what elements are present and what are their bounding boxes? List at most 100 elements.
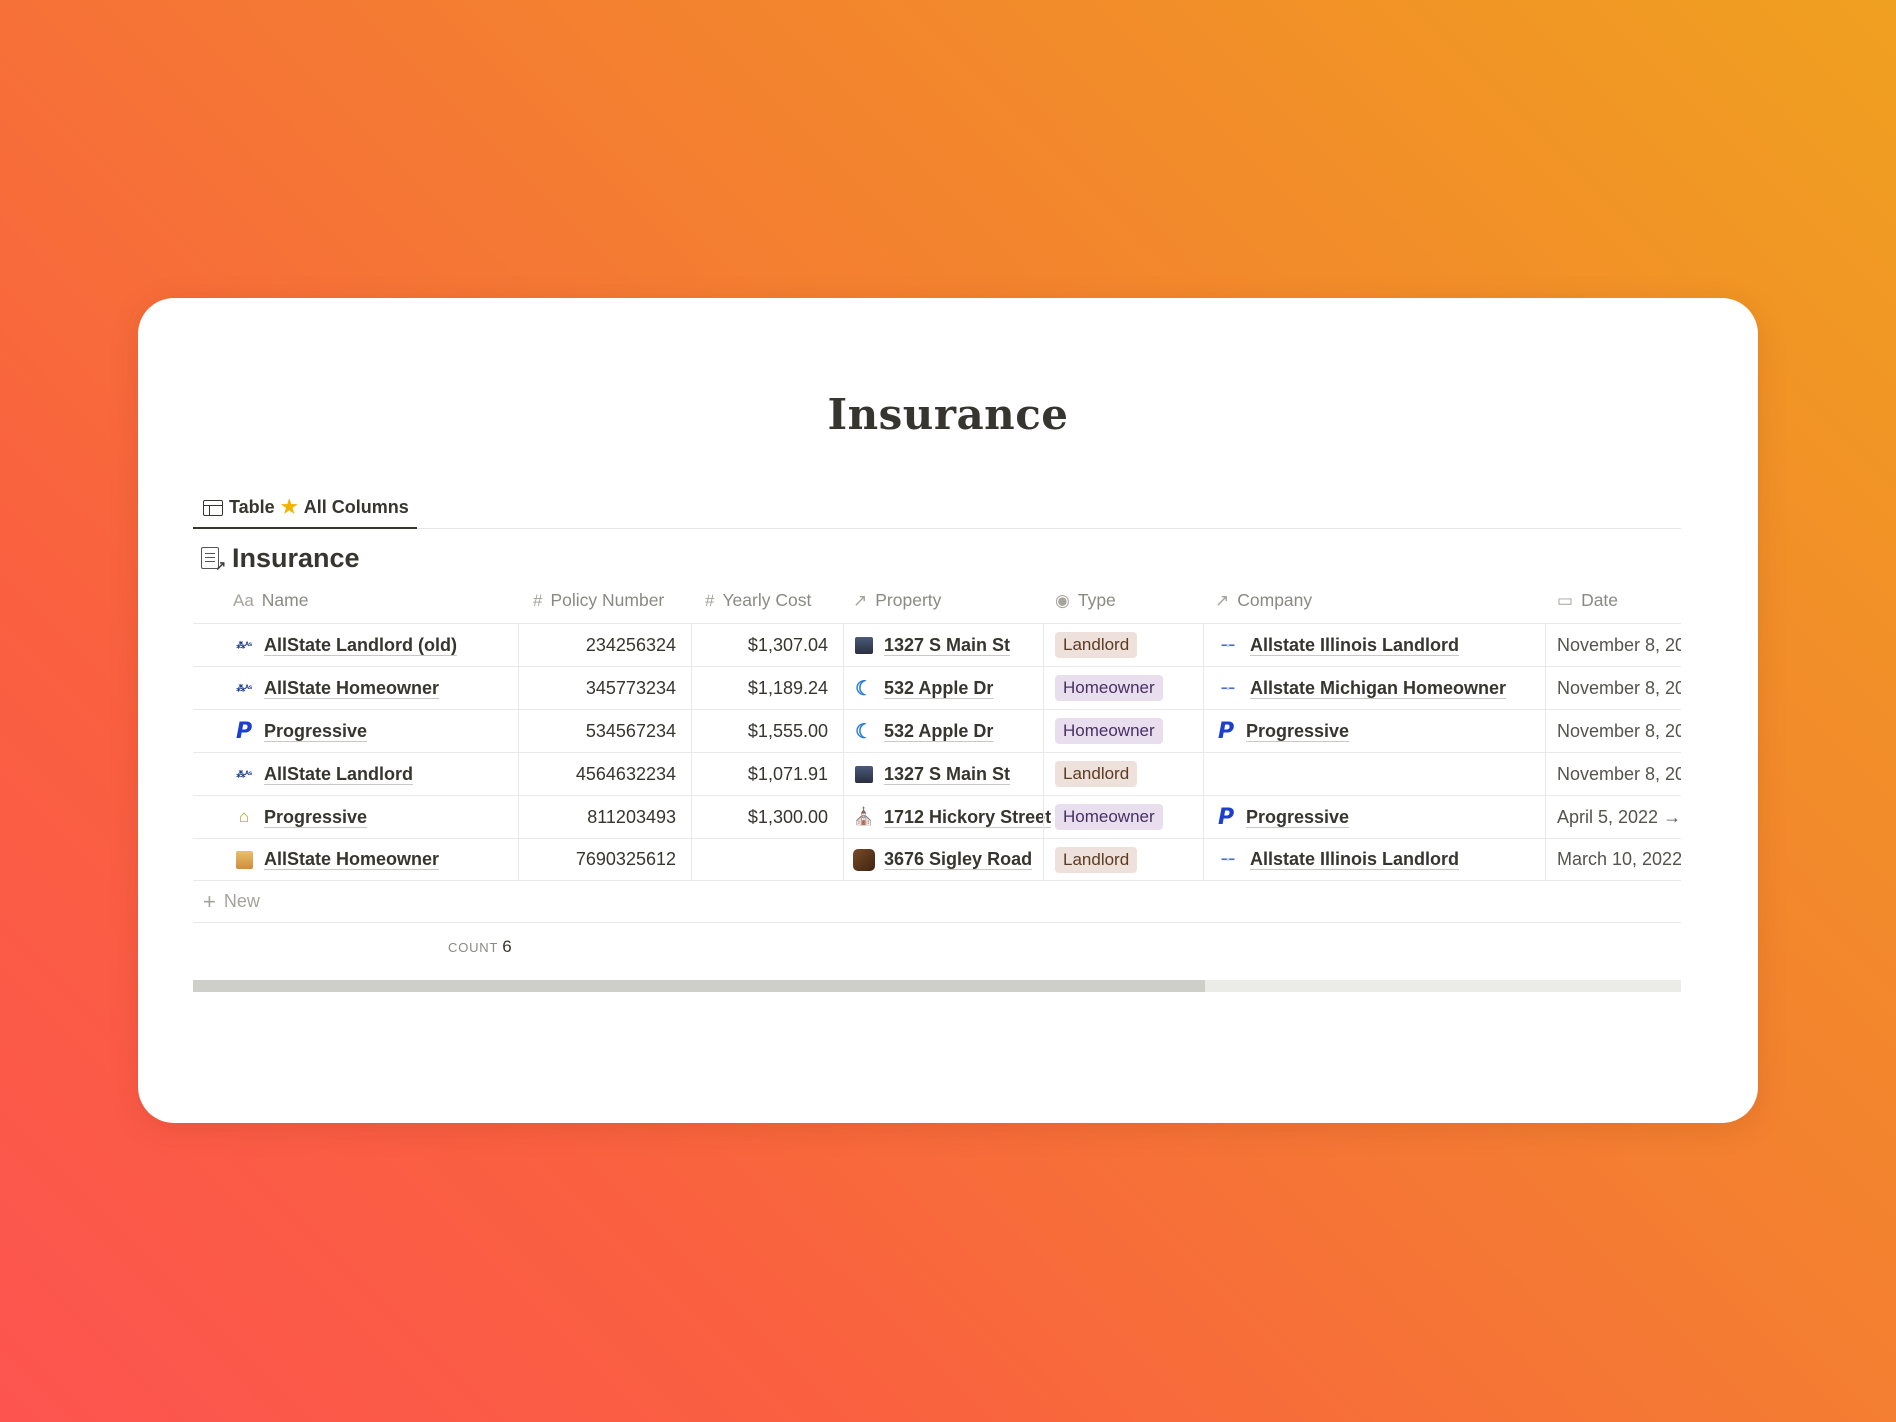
column-divider (1203, 624, 1204, 666)
add-new-row-button[interactable]: + New (193, 881, 1681, 923)
door-icon (853, 848, 875, 871)
column-divider (1203, 667, 1204, 709)
yearly-cost-cell[interactable] (691, 839, 828, 880)
row-title-link[interactable]: Progressive (264, 807, 367, 828)
date-cell[interactable]: November 8, 2022 (1557, 753, 1681, 795)
column-divider (1545, 667, 1546, 709)
horizontal-scrollbar[interactable] (193, 980, 1681, 992)
table-row[interactable]: ⌂ Progressive 811203493 $1,300.00 ⛪ 1712 Hick… (193, 795, 1681, 838)
policy-number-cell[interactable]: 7690325612 (518, 839, 676, 880)
column-header-policy-number[interactable]: # Policy Number (533, 578, 691, 623)
column-divider (1545, 753, 1546, 795)
wave-icon: ☾ (855, 720, 873, 743)
name-cell[interactable]: AllState Homeowner (233, 839, 505, 880)
property-cell[interactable]: 1327 S Main St (853, 624, 1053, 666)
calendar-icon: ▭ (1557, 590, 1574, 610)
table-row[interactable]: ⁂ᴬˢ AllState Landlord 4564632234 $1,071.91 1… (193, 752, 1681, 795)
date-cell[interactable]: March 10, 2022 (1557, 839, 1681, 880)
property-cell[interactable]: ☾ 532 Apple Dr (853, 710, 1053, 752)
name-cell[interactable]: P Progressive (233, 710, 505, 752)
policy-number-cell[interactable]: 4564632234 (518, 753, 676, 795)
company-cell[interactable]: ━◦━ Allstate Illinois Landlord (1215, 839, 1535, 880)
property-cell[interactable]: ☾ 532 Apple Dr (853, 667, 1053, 709)
column-divider (843, 753, 844, 795)
row-count[interactable]: COUNT 6 (448, 937, 512, 957)
property-link[interactable]: 532 Apple Dr (884, 678, 993, 699)
allstate-logo-icon: ⁂ᴬˢ (236, 682, 252, 693)
date-cell[interactable]: November 8, 2022 (1557, 710, 1681, 752)
column-header-date[interactable]: ▭ Date (1557, 578, 1681, 623)
tab-table-all-columns[interactable]: Table ★ All Columns (193, 488, 417, 529)
database-title[interactable]: ↗ Insurance (200, 543, 360, 574)
policy-number-cell[interactable]: 534567234 (518, 710, 676, 752)
company-cell[interactable]: P Progressive (1215, 710, 1535, 752)
type-cell[interactable]: Landlord (1055, 839, 1195, 880)
policy-number-cell[interactable]: 234256324 (518, 624, 676, 666)
type-cell[interactable]: Landlord (1055, 753, 1195, 795)
column-divider (1043, 667, 1044, 709)
row-title-link[interactable]: AllState Homeowner (264, 849, 439, 870)
date-cell[interactable]: November 8, 2022 (1557, 624, 1681, 666)
date-cell[interactable]: April 5, 2022 → (1557, 796, 1681, 838)
scrollbar-thumb[interactable] (193, 980, 1205, 992)
yearly-cost-cell[interactable]: $1,300.00 (691, 796, 828, 838)
column-divider (843, 624, 844, 666)
column-divider (843, 839, 844, 880)
column-header-label: Company (1237, 590, 1313, 610)
property-cell[interactable]: 3676 Sigley Road (853, 839, 1053, 880)
company-link[interactable]: Allstate Illinois Landlord (1250, 849, 1459, 870)
church-icon: ⛪ (853, 807, 875, 826)
table-row[interactable]: ⁂ᴬˢ AllState Homeowner 345773234 $1,189.24 ☾… (193, 666, 1681, 709)
property-link[interactable]: 3676 Sigley Road (884, 849, 1032, 870)
property-cell[interactable]: 1327 S Main St (853, 753, 1053, 795)
date-cell[interactable]: November 8, 2022 (1557, 667, 1681, 709)
company-link[interactable]: Allstate Illinois Landlord (1250, 635, 1459, 656)
company-cell[interactable] (1215, 753, 1535, 795)
column-header-company[interactable]: ↗ Company (1215, 578, 1535, 623)
company-cell[interactable]: ━◦━ Allstate Michigan Homeowner (1215, 667, 1535, 709)
property-link[interactable]: 1327 S Main St (884, 635, 1010, 656)
column-header-label: Property (875, 590, 942, 610)
policy-number-cell[interactable]: 345773234 (518, 667, 676, 709)
company-link[interactable]: Progressive (1246, 807, 1349, 828)
company-cell[interactable]: P Progressive (1215, 796, 1535, 838)
table-row[interactable]: AllState Homeowner 7690325612 3676 Sigley … (193, 838, 1681, 881)
allstate-logo-icon: ⁂ᴬˢ (236, 639, 252, 650)
row-title-link[interactable]: AllState Landlord (old) (264, 635, 457, 656)
column-header-label: Policy Number (550, 590, 665, 610)
name-cell[interactable]: ⁂ᴬˢ AllState Landlord (old) (233, 624, 505, 666)
yearly-cost-cell[interactable]: $1,071.91 (691, 753, 828, 795)
table-row[interactable]: ⁂ᴬˢ AllState Landlord (old) 234256324 $1,30… (193, 623, 1681, 666)
yearly-cost-cell[interactable]: $1,307.04 (691, 624, 828, 666)
column-divider (1545, 624, 1546, 666)
column-header-property[interactable]: ↗ Property (853, 578, 1053, 623)
company-cell[interactable]: ━◦━ Allstate Illinois Landlord (1215, 624, 1535, 666)
row-title-link[interactable]: Progressive (264, 721, 367, 742)
type-cell[interactable]: Homeowner (1055, 796, 1195, 838)
property-link[interactable]: 1712 Hickory Street (884, 807, 1051, 828)
row-title-link[interactable]: AllState Homeowner (264, 678, 439, 699)
row-title-link[interactable]: AllState Landlord (264, 764, 413, 785)
property-link[interactable]: 1327 S Main St (884, 764, 1010, 785)
policy-number-cell[interactable]: 811203493 (518, 796, 676, 838)
name-cell[interactable]: ⁂ᴬˢ AllState Homeowner (233, 667, 505, 709)
yearly-cost-cell[interactable]: $1,189.24 (691, 667, 828, 709)
type-tag: Landlord (1055, 761, 1138, 787)
type-cell[interactable]: Landlord (1055, 624, 1195, 666)
star-icon: ★ (280, 497, 298, 518)
table-row[interactable]: P Progressive 534567234 $1,555.00 ☾ 532 Apple… (193, 709, 1681, 752)
property-cell[interactable]: ⛪ 1712 Hickory Street (853, 796, 1053, 838)
column-header-yearly-cost[interactable]: # Yearly Cost (705, 578, 842, 623)
column-header-name[interactable]: Aa Name (233, 578, 505, 623)
company-link[interactable]: Progressive (1246, 721, 1349, 742)
type-cell[interactable]: Homeowner (1055, 667, 1195, 709)
column-header-type[interactable]: ◉ Type (1055, 578, 1195, 623)
name-cell[interactable]: ⌂ Progressive (233, 796, 505, 838)
yearly-cost-cell[interactable]: $1,555.00 (691, 710, 828, 752)
type-cell[interactable]: Homeowner (1055, 710, 1195, 752)
city-icon (853, 635, 875, 655)
name-cell[interactable]: ⁂ᴬˢ AllState Landlord (233, 753, 505, 795)
company-link[interactable]: Allstate Michigan Homeowner (1250, 678, 1506, 699)
tab-view-name: All Columns (303, 497, 409, 517)
property-link[interactable]: 532 Apple Dr (884, 721, 993, 742)
